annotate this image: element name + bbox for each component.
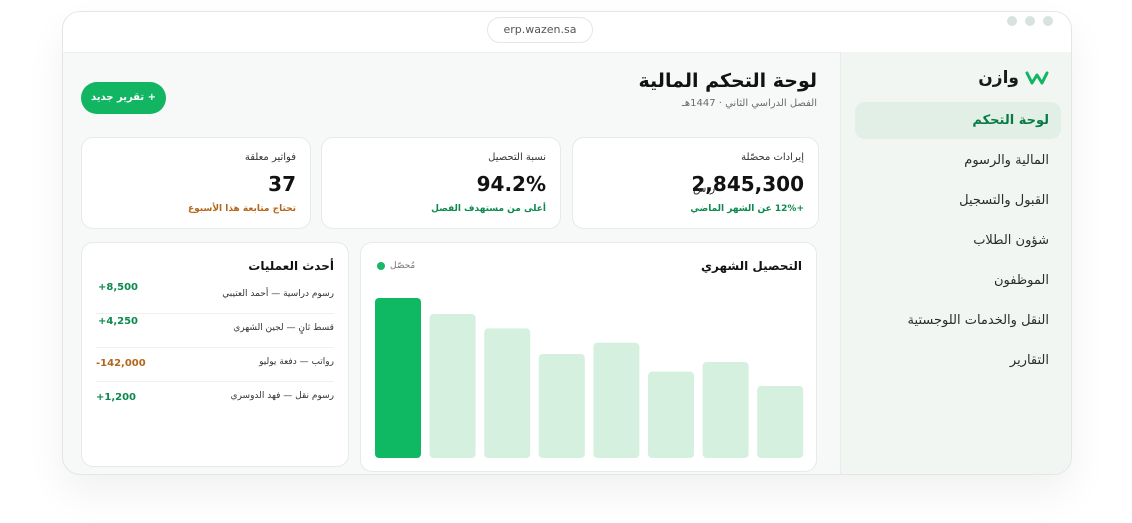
window-dot[interactable] [1025, 16, 1035, 26]
sidebar-item-students[interactable]: شؤون الطلاب [855, 222, 1061, 259]
sidebar-item-transport[interactable]: النقل والخدمات اللوجستية [855, 302, 1061, 339]
operations-title: أحدث العمليات [248, 259, 334, 273]
sidebar-item-dashboard[interactable]: لوحة التحكم [855, 102, 1061, 139]
kpi-card-collection-rate: نسبة التحصيل 94.2% أعلى من مستهدف الفصل [321, 137, 561, 229]
sidebar-item-finance[interactable]: المالية والرسوم [855, 142, 1061, 179]
operation-amount: +1,200 [96, 392, 137, 403]
kpi-label: إيرادات محصّلة [741, 152, 804, 163]
browser-topbar: erp.wazen.sa [63, 12, 1071, 53]
page-subtitle: الفصل الدراسي الثاني · 1447هـ [681, 98, 817, 109]
operation-row[interactable]: قسط ثانٍ — لجين الشهري +4,250 [96, 313, 334, 348]
chart-bar[interactable] [429, 314, 476, 458]
operation-desc: قسط ثانٍ — لجين الشهري [233, 323, 334, 333]
operation-row[interactable]: رسوم دراسية — أحمد العتيبي +8,500 [96, 279, 334, 314]
chart-bar[interactable] [375, 298, 421, 458]
url-bar[interactable]: erp.wazen.sa [487, 17, 593, 43]
brand-logo[interactable]: وازن [978, 68, 1049, 88]
new-report-button[interactable]: + تقرير جديد [81, 82, 166, 114]
kpi-card-revenue: إيرادات محصّلة 2,845,300 ر.س +12% عن الش… [572, 137, 819, 229]
sidebar: وازن لوحة التحكم المالية والرسوم القبول … [840, 52, 1071, 474]
kpi-value: 37 [268, 172, 296, 196]
sidebar-item-reports[interactable]: التقارير [855, 342, 1061, 379]
operation-amount: +8,500 [97, 282, 138, 293]
chart-bar[interactable] [757, 386, 804, 458]
operation-desc: رسوم نقل — فهد الدوسري [230, 391, 334, 401]
operation-desc: رواتب — دفعة يوليو [259, 357, 334, 367]
main-content: لوحة التحكم المالية الفصل الدراسي الثاني… [63, 52, 841, 474]
chart-bar[interactable] [593, 342, 640, 458]
window-dot[interactable] [1007, 16, 1017, 26]
operation-amount: +4,250 [97, 316, 138, 327]
monthly-collection-card: التحصيل الشهري مُحصّل [360, 242, 817, 472]
kpi-card-pending-invoices: فواتير معلقة 37 تحتاج متابعة هذا الأسبوع [81, 137, 311, 229]
brand-name: وازن [978, 68, 1019, 88]
kpi-label: نسبة التحصيل [488, 152, 546, 163]
currency-label: ر.س [693, 182, 716, 195]
kpi-note: تحتاج متابعة هذا الأسبوع [188, 204, 296, 214]
kpi-note: أعلى من مستهدف الفصل [431, 204, 546, 214]
operation-row[interactable]: رواتب — دفعة يوليو -142,000 [96, 347, 334, 382]
chart-bar[interactable] [648, 371, 694, 458]
app-window: erp.wazen.sa وازن لوحة التحكم المالية وا… [62, 11, 1072, 475]
sidebar-nav: لوحة التحكم المالية والرسوم القبول والتس… [855, 102, 1061, 382]
kpi-label: فواتير معلقة [244, 152, 296, 163]
operation-desc: رسوم دراسية — أحمد العتيبي [222, 289, 334, 299]
sidebar-item-employees[interactable]: الموظفون [855, 262, 1061, 299]
window-controls [1007, 16, 1053, 26]
chart-bar[interactable] [702, 362, 749, 458]
kpi-value: 94.2% [476, 172, 546, 196]
operation-amount: -142,000 [96, 358, 146, 369]
chart-bar[interactable] [538, 354, 585, 458]
window-dot[interactable] [1043, 16, 1053, 26]
recent-operations-card: أحدث العمليات رسوم دراسية — أحمد العتيبي… [81, 242, 349, 467]
bar-chart [375, 298, 804, 458]
wazen-logo-icon [1025, 71, 1049, 85]
sidebar-item-admissions[interactable]: القبول والتسجيل [855, 182, 1061, 219]
operation-row[interactable]: رسوم نقل — فهد الدوسري +1,200 [96, 381, 334, 415]
chart-bar[interactable] [484, 328, 531, 458]
page-title: لوحة التحكم المالية [638, 70, 817, 92]
kpi-note: +12% عن الشهر الماضي [690, 204, 804, 214]
